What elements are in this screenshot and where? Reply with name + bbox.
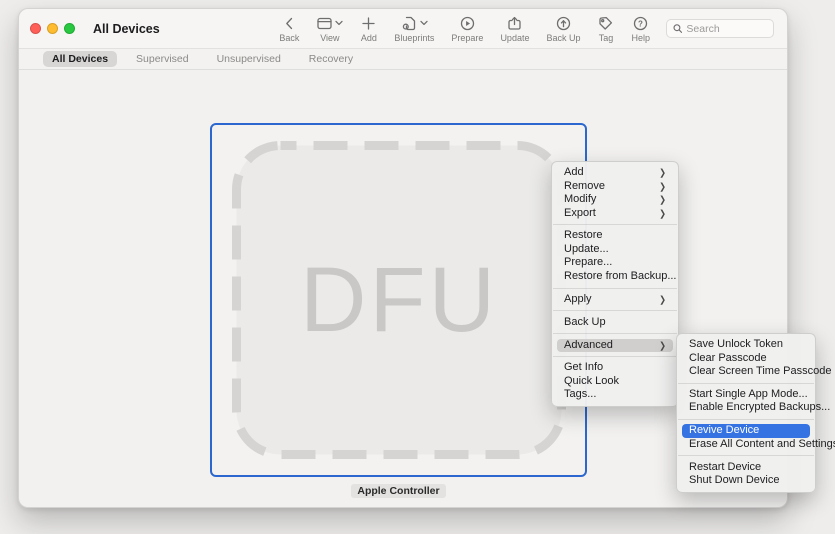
menu-item-start-single-app-mode[interactable]: Start Single App Mode... [682,388,810,402]
menu-item-tags[interactable]: Tags... [557,388,673,402]
help-button[interactable]: ? Help [631,15,650,43]
add-label: Add [361,33,377,43]
submenu-chevron-icon: ❯ [659,205,666,221]
menu-item-advanced[interactable]: Advanced❯ [557,339,673,353]
prepare-button[interactable]: Prepare [451,15,483,43]
menu-separator [553,356,677,357]
menu-separator [678,419,814,420]
search-field[interactable] [666,19,774,38]
update-button[interactable]: Update [500,15,529,43]
menu-item-clear-screen-time-passcode[interactable]: Clear Screen Time Passcode [682,365,810,379]
tab-unsupervised[interactable]: Unsupervised [208,51,290,67]
tab-all-devices[interactable]: All Devices [43,51,117,67]
tab-supervised[interactable]: Supervised [127,51,198,67]
menu-separator [553,310,677,311]
prepare-label: Prepare [451,33,483,43]
blueprints-button[interactable]: Blueprints [394,15,434,43]
plus-icon [360,15,377,32]
menu-item-save-unlock-token[interactable]: Save Unlock Token [682,338,810,352]
view-button[interactable]: View [316,15,343,43]
tag-label: Tag [599,33,614,43]
menu-separator [678,383,814,384]
add-button[interactable]: Add [360,15,377,43]
titlebar: All Devices Back View Add [19,9,787,49]
menu-item-get-info[interactable]: Get Info [557,361,673,375]
menu-separator [553,288,677,289]
view-label: View [320,33,339,43]
submenu-chevron-icon: ❯ [659,292,666,308]
tab-recovery[interactable]: Recovery [300,51,362,67]
menu-item-quick-look[interactable]: Quick Look [557,375,673,389]
blueprint-icon [401,15,418,32]
help-label: Help [631,33,650,43]
back-button[interactable]: Back [279,15,299,43]
back-label: Back [279,33,299,43]
tag-icon [597,15,614,32]
dfu-device-outline: DFU [231,140,567,465]
menu-item-restore[interactable]: Restore [557,229,673,243]
menu-item-add[interactable]: Add❯ [557,166,673,180]
toolbar: Back View Add Blueprin [279,15,650,43]
box-arrow-up-icon [506,15,523,32]
menu-item-update[interactable]: Update... [557,243,673,257]
advanced-submenu: Save Unlock Token Clear Passcode Clear S… [676,333,816,493]
menu-item-clear-passcode[interactable]: Clear Passcode [682,352,810,366]
menu-separator [553,333,677,334]
dfu-label: DFU [231,140,567,460]
chevron-down-icon [420,20,428,26]
blueprints-label: Blueprints [394,33,434,43]
arrow-up-circle-icon [555,15,572,32]
menu-separator [553,224,677,225]
menu-item-modify[interactable]: Modify❯ [557,193,673,207]
device-name-wrap: Apple Controller [210,481,587,499]
menu-item-apply[interactable]: Apply❯ [557,293,673,307]
backup-button[interactable]: Back Up [546,15,580,43]
search-input[interactable] [686,23,767,35]
minimize-window-button[interactable] [47,23,58,34]
menu-item-erase-all-content-and-settings[interactable]: Erase All Content and Settings [682,438,810,452]
question-circle-icon: ? [632,15,649,32]
window-controls [30,23,75,34]
submenu-chevron-icon: ❯ [659,337,666,353]
zoom-window-button[interactable] [64,23,75,34]
tag-button[interactable]: Tag [597,15,614,43]
window-view-icon [316,15,333,32]
device-name-label: Apple Controller [351,484,445,498]
menu-item-prepare[interactable]: Prepare... [557,256,673,270]
chevron-left-icon [281,15,298,32]
play-circle-icon [459,15,476,32]
menu-item-export[interactable]: Export❯ [557,207,673,221]
search-icon [673,23,682,34]
menu-item-restore-from-backup[interactable]: Restore from Backup... [557,270,673,284]
menu-item-restart-device[interactable]: Restart Device [682,461,810,475]
selected-device-item[interactable]: DFU [210,123,587,477]
menu-item-remove[interactable]: Remove❯ [557,180,673,194]
backup-label: Back Up [546,33,580,43]
context-menu: Add❯ Remove❯ Modify❯ Export❯ Restore Upd… [551,161,679,407]
close-window-button[interactable] [30,23,41,34]
menu-item-enable-encrypted-backups[interactable]: Enable Encrypted Backups... [682,401,810,415]
menu-item-back-up[interactable]: Back Up [557,316,673,330]
window-title: All Devices [93,22,160,36]
svg-text:?: ? [638,19,643,28]
menu-item-revive-device[interactable]: Revive Device [682,424,810,438]
chevron-down-icon [335,20,343,26]
update-label: Update [500,33,529,43]
device-filter-tabs: All Devices Supervised Unsupervised Reco… [19,49,787,70]
menu-separator [678,455,814,456]
menu-item-shut-down-device[interactable]: Shut Down Device [682,474,810,488]
